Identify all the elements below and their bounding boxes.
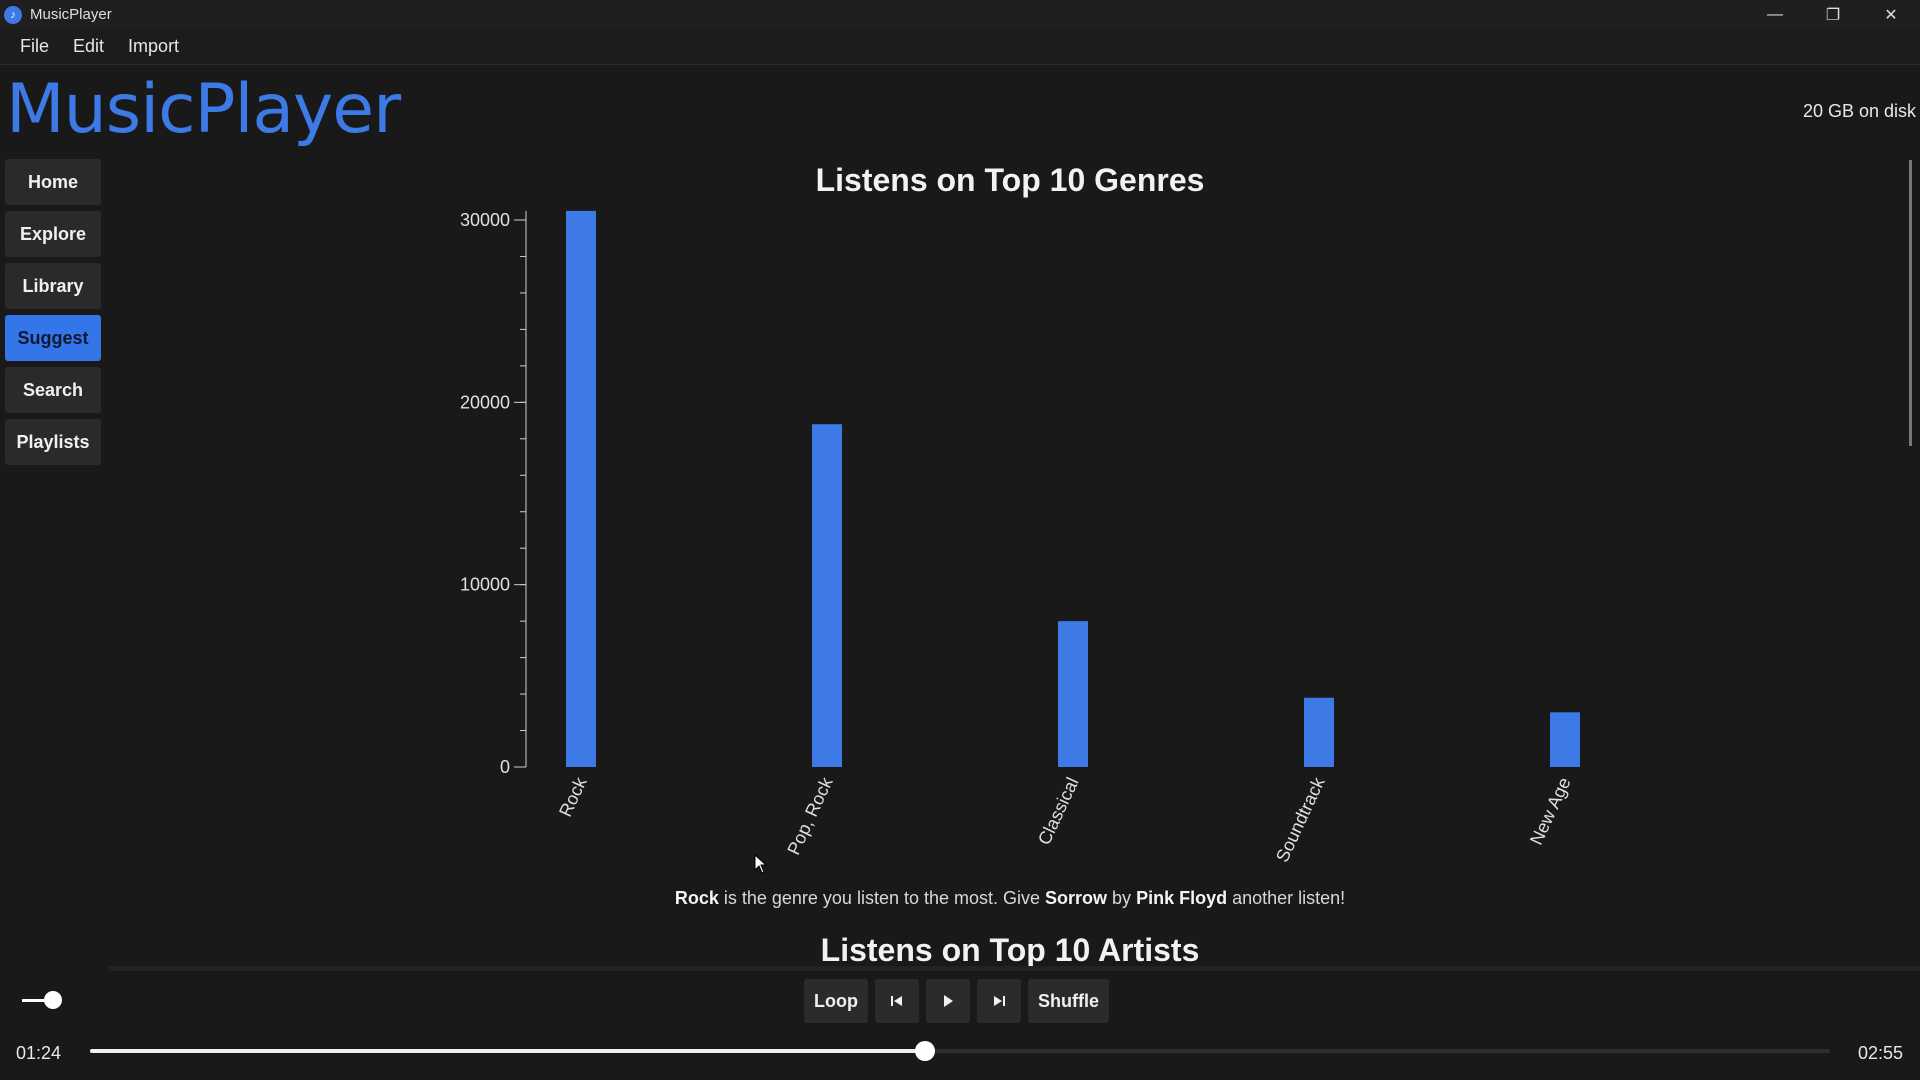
x-tick-label: Pop, Rock	[783, 773, 837, 858]
nav-playlists-button[interactable]: Playlists	[5, 419, 101, 465]
nav-home-button[interactable]: Home	[5, 159, 101, 205]
brand-title: MusicPlayer	[6, 70, 401, 149]
x-tick-label: Soundtrack	[1272, 773, 1329, 865]
window-controls: — ❐ ✕	[1746, 0, 1920, 29]
caption-song: Sorrow	[1045, 888, 1108, 908]
total-time: 02:55	[1858, 1043, 1904, 1063]
title-bar: ♪ MusicPlayer — ❐ ✕	[0, 0, 1920, 29]
playback-controls: Loop Shuffle	[804, 979, 1109, 1023]
play-icon[interactable]	[925, 979, 970, 1023]
nav-suggest-button[interactable]: Suggest	[5, 315, 101, 361]
previous-icon[interactable]	[874, 979, 919, 1023]
artists-chart-title: Listens on Top 10 Artists	[820, 932, 1200, 968]
caption-text-1: is the genre you listen to the most. Giv…	[718, 888, 1046, 908]
progress-fill	[90, 1049, 926, 1053]
caption-genre: Rock	[674, 888, 719, 908]
loop-button[interactable]: Loop	[804, 979, 868, 1023]
app-icon: ♪	[4, 5, 22, 24]
x-tick-label: New Age	[1526, 774, 1575, 848]
chart-title: Listens on Top 10 Genres	[815, 162, 1205, 198]
mouse-cursor-icon	[754, 854, 768, 874]
restore-icon[interactable]: ❐	[1804, 0, 1862, 29]
content-divider	[108, 966, 1920, 971]
next-icon[interactable]	[976, 979, 1021, 1023]
elapsed-time: 01:24	[16, 1043, 62, 1063]
bar	[566, 210, 596, 768]
nav-search-button[interactable]: Search	[5, 367, 101, 413]
x-tick-label: Rock	[555, 773, 591, 820]
menu-import[interactable]: Import	[116, 36, 191, 57]
progress-knob[interactable]	[915, 1041, 936, 1061]
volume-slider[interactable]	[22, 988, 66, 1012]
shuffle-button[interactable]: Shuffle	[1027, 979, 1109, 1023]
minimize-icon[interactable]: —	[1746, 0, 1804, 29]
genre-bar-chart: 0 10000 20000 30000 Rock Pop, Rock Classical So…	[460, 210, 1580, 865]
nav-explore-button[interactable]: Explore	[5, 211, 101, 257]
y-tick-label: 30000	[460, 210, 510, 230]
menu-edit[interactable]: Edit	[61, 36, 116, 57]
x-tick-label: Classical	[1034, 774, 1083, 848]
bar	[812, 424, 842, 767]
close-icon[interactable]: ✕	[1862, 0, 1920, 29]
menu-bar: File Edit Import	[0, 29, 1920, 65]
sidebar: Home Explore Library Suggest Search Play…	[5, 159, 101, 471]
volume-knob[interactable]	[44, 991, 62, 1009]
suggestion-caption: Rock is the genre you listen to the most…	[620, 888, 1400, 909]
bar	[1058, 621, 1088, 767]
bar	[1304, 697, 1334, 767]
disk-usage: 20 GB on disk	[1802, 101, 1916, 121]
caption-text-3: another listen!	[1227, 888, 1346, 908]
vertical-scrollbar[interactable]	[1909, 160, 1912, 446]
menu-file[interactable]: File	[0, 36, 61, 57]
bar	[1550, 712, 1580, 767]
window-title: MusicPlayer	[30, 6, 112, 23]
y-tick-label: 0	[500, 757, 510, 777]
y-tick-label: 10000	[460, 575, 510, 595]
nav-library-button[interactable]: Library	[5, 263, 101, 309]
y-tick-label: 20000	[460, 392, 510, 412]
caption-artist: Pink Floyd	[1136, 888, 1228, 908]
caption-text-2: by	[1107, 888, 1137, 908]
progress-slider[interactable]	[90, 1041, 1830, 1061]
